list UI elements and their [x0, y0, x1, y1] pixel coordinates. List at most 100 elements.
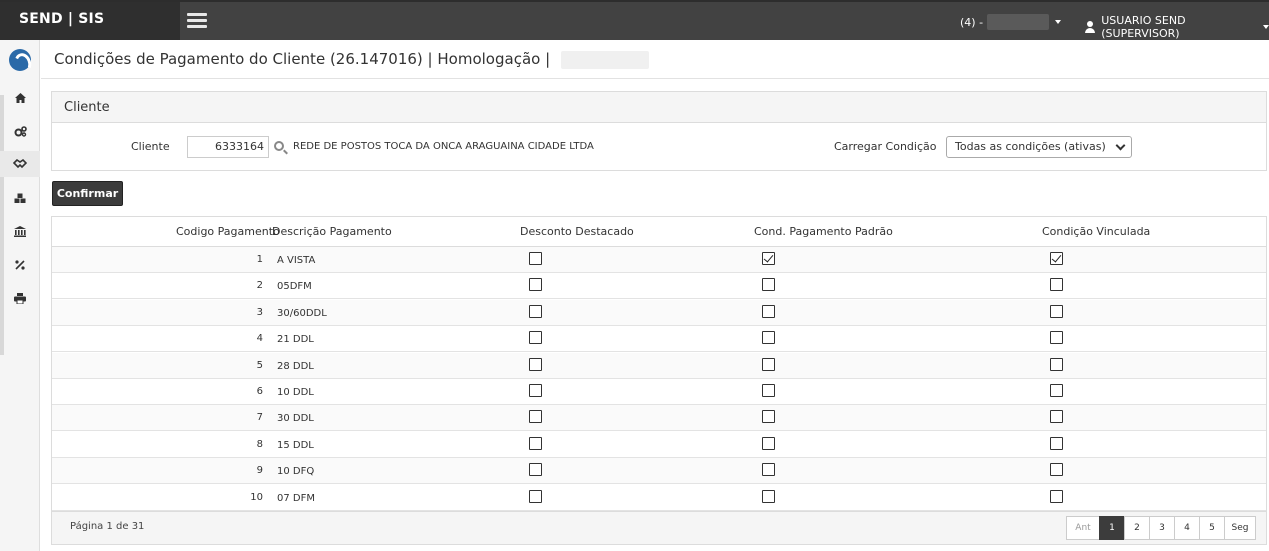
- company-logo: [9, 49, 31, 71]
- pager-page-4[interactable]: 4: [1174, 516, 1200, 540]
- cell-codigo: 8: [256, 438, 263, 450]
- cell-codigo: 6: [256, 386, 263, 397]
- cell-descricao: 07 DFM: [277, 492, 315, 504]
- table-row: 10 07 DFM: [52, 485, 1266, 511]
- sidebar-item-products[interactable]: [0, 185, 40, 211]
- print-icon: [14, 292, 26, 304]
- pager-page-2[interactable]: 2: [1124, 516, 1150, 540]
- page-info: Página 1 de 31: [70, 521, 145, 532]
- table-row: 2 05DFM: [52, 273, 1266, 300]
- checkbox-desconto[interactable]: [529, 384, 542, 397]
- app-brand[interactable]: SEND | SIS: [19, 11, 104, 27]
- checkbox-padrao[interactable]: [762, 252, 775, 265]
- checkbox-vinculada[interactable]: [1050, 436, 1063, 450]
- menu-toggle-icon[interactable]: [187, 13, 207, 29]
- pager-next-button[interactable]: Seg: [1224, 516, 1256, 540]
- sidebar-item-settings[interactable]: [0, 118, 40, 144]
- checkbox-vinculada[interactable]: [1050, 252, 1063, 265]
- pager-prev-button[interactable]: Ant: [1066, 516, 1100, 540]
- checkbox-desconto[interactable]: [529, 357, 542, 371]
- table-row: 1 A VISTA: [52, 247, 1266, 273]
- cell-codigo: 1: [256, 254, 263, 265]
- table-row: 7 30 DDL: [52, 405, 1266, 432]
- checkbox-desconto[interactable]: [529, 489, 542, 503]
- checkbox-desconto[interactable]: [529, 278, 542, 292]
- redacted-text: [560, 50, 649, 69]
- branch-name-redacted: [987, 14, 1050, 30]
- checkbox-desconto[interactable]: [529, 410, 542, 424]
- cubes-icon: [14, 193, 25, 203]
- select-value: Todas as condições (ativas): [955, 140, 1106, 153]
- col-header-padrao[interactable]: Cond. Pagamento Padrão: [754, 225, 893, 238]
- checkbox-padrao[interactable]: [762, 384, 775, 397]
- checkbox-desconto[interactable]: [529, 304, 542, 318]
- checkbox-padrao[interactable]: [762, 357, 775, 371]
- table-row: 4 21 DDL: [52, 326, 1266, 353]
- checkbox-vinculada[interactable]: [1050, 489, 1063, 503]
- sidebar-item-commercial[interactable]: [0, 151, 40, 177]
- checkbox-padrao[interactable]: [762, 304, 775, 318]
- sidebar-item-home[interactable]: [0, 85, 40, 111]
- cell-codigo: 7: [256, 412, 263, 424]
- pager-page-5[interactable]: 5: [1199, 516, 1225, 540]
- checkbox-desconto[interactable]: [529, 331, 542, 345]
- checkbox-padrao[interactable]: [762, 410, 775, 424]
- cliente-code-input[interactable]: 6333164: [187, 136, 269, 158]
- table-header: Codigo Pagamento Descrição Pagamento Des…: [52, 217, 1266, 247]
- checkbox-vinculada[interactable]: [1050, 331, 1063, 345]
- user-name: USUARIO SEND (SUPERVISOR): [1101, 14, 1186, 40]
- pager-page-3[interactable]: 3: [1149, 516, 1175, 540]
- cell-descricao: 30 DDL: [277, 413, 314, 425]
- pager-page-1[interactable]: 1: [1099, 516, 1125, 540]
- confirm-button[interactable]: Confirmar: [52, 181, 123, 206]
- cell-descricao: 05DFM: [277, 281, 312, 293]
- cell-descricao: 28 DDL: [277, 360, 314, 372]
- user-menu[interactable]: USUARIO SEND (SUPERVISOR): [1084, 14, 1269, 40]
- checkbox-vinculada[interactable]: [1050, 304, 1063, 318]
- checkbox-padrao[interactable]: [762, 436, 775, 450]
- checkbox-padrao[interactable]: [762, 278, 775, 292]
- cell-codigo: 10: [250, 491, 263, 503]
- checkbox-vinculada[interactable]: [1050, 278, 1063, 292]
- cell-codigo: 2: [256, 280, 263, 292]
- page-title-text: Condições de Pagamento do Cliente (26.14…: [54, 50, 423, 68]
- percent-icon: [15, 260, 25, 270]
- table-row: 6 10 DDL: [52, 379, 1266, 405]
- checkbox-vinculada[interactable]: [1050, 410, 1063, 424]
- search-icon[interactable]: [274, 141, 284, 151]
- checkbox-vinculada[interactable]: [1050, 357, 1063, 371]
- cell-descricao: 21 DDL: [277, 334, 314, 346]
- home-icon: [14, 93, 26, 103]
- cell-descricao: 10 DDL: [277, 387, 314, 398]
- cliente-label: Cliente: [131, 140, 170, 153]
- sidebar-item-reports[interactable]: [0, 285, 40, 311]
- table-row: 5 28 DDL: [52, 352, 1266, 379]
- brand-area: SEND | SIS: [0, 2, 180, 40]
- sidebar-item-discounts[interactable]: [0, 252, 40, 278]
- checkbox-vinculada[interactable]: [1050, 463, 1063, 477]
- checkbox-desconto[interactable]: [529, 252, 542, 265]
- pagination: Ant 1 2 3 4 5 Seg: [1066, 516, 1256, 540]
- branch-selector[interactable]: (4) -: [960, 14, 1062, 30]
- col-header-codigo[interactable]: Codigo Pagamento: [176, 225, 280, 238]
- sidebar: [0, 40, 40, 551]
- cell-descricao: 15 DDL: [277, 439, 314, 451]
- col-header-descricao[interactable]: Descrição Pagamento: [272, 225, 392, 238]
- cogs-icon: [14, 125, 27, 137]
- cell-codigo: 9: [256, 465, 263, 477]
- branch-label: (4) -: [960, 15, 984, 29]
- checkbox-padrao[interactable]: [762, 463, 775, 477]
- sidebar-item-finance[interactable]: [0, 218, 40, 244]
- checkbox-padrao[interactable]: [762, 331, 775, 345]
- checkbox-vinculada[interactable]: [1050, 384, 1063, 397]
- col-header-vinculada[interactable]: Condição Vinculada: [1042, 225, 1150, 238]
- carregar-condicao-select[interactable]: Todas as condições (ativas): [946, 136, 1132, 158]
- cell-descricao: 10 DFQ: [277, 466, 315, 478]
- top-navbar: SEND | SIS (4) - USUARIO SEND (SUPERVISO…: [0, 0, 1269, 40]
- table-row: 8 15 DDL: [52, 432, 1266, 458]
- panel-heading: Cliente: [52, 92, 1266, 123]
- checkbox-padrao[interactable]: [762, 489, 775, 503]
- col-header-desconto[interactable]: Desconto Destacado: [520, 225, 634, 238]
- checkbox-desconto[interactable]: [529, 463, 542, 477]
- checkbox-desconto[interactable]: [529, 436, 542, 450]
